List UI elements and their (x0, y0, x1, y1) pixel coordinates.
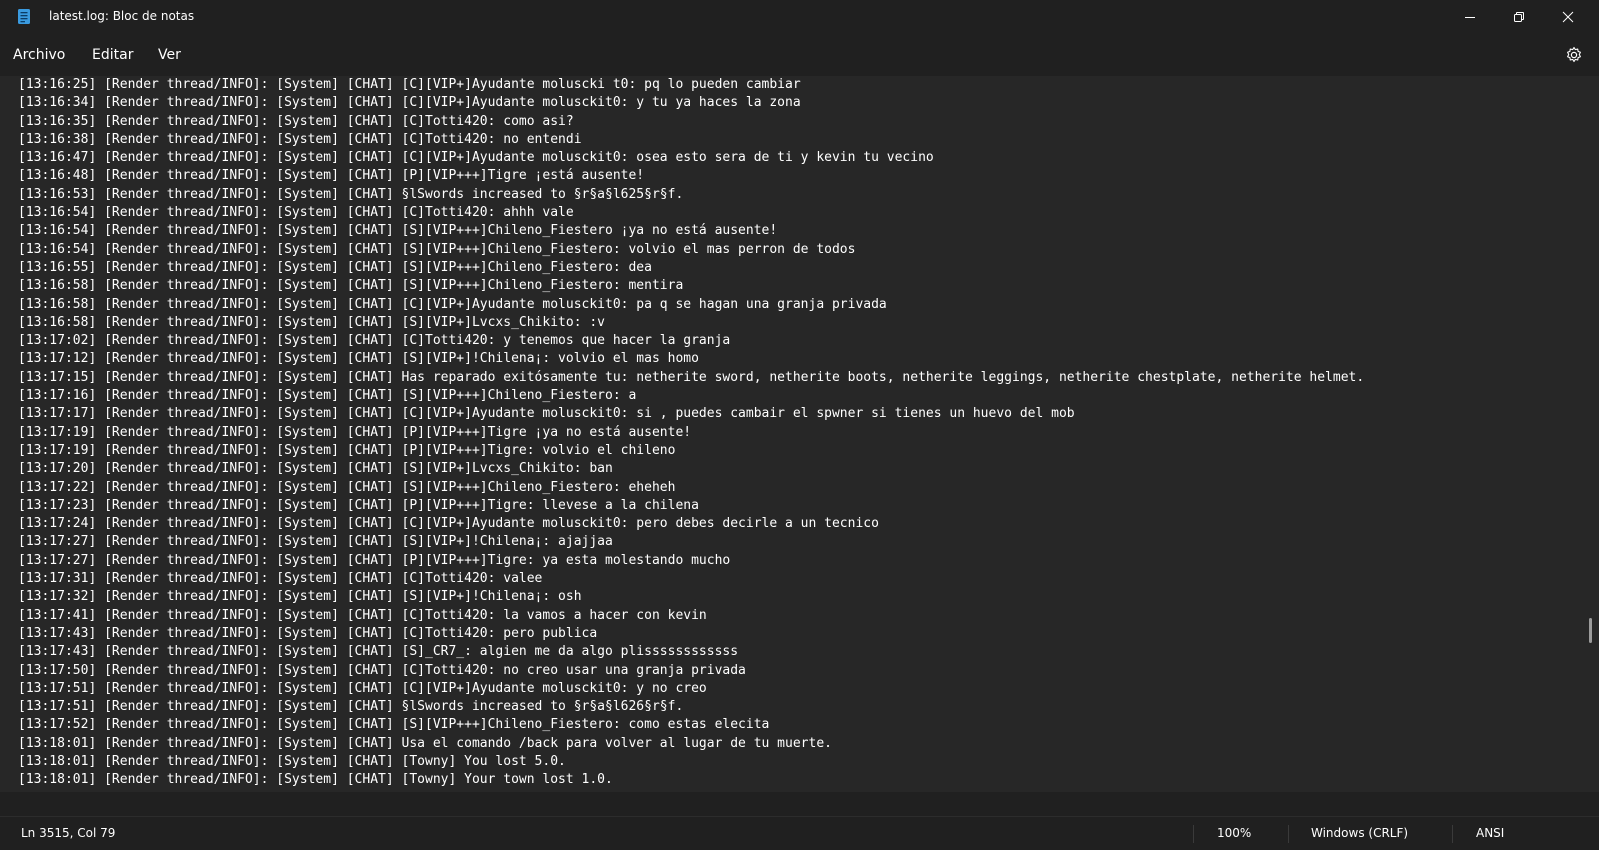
log-line: [13:16:48] [Render thread/INFO]: [System… (18, 168, 645, 184)
gear-icon[interactable] (1564, 45, 1584, 65)
log-line: [13:17:41] [Render thread/INFO]: [System… (18, 607, 707, 623)
text-editor[interactable]: [13:16:25] [Render thread/INFO]: [System… (0, 76, 1599, 792)
menu-ver[interactable]: Ver (158, 47, 181, 63)
log-line: [13:16:54] [Render thread/INFO]: [System… (18, 223, 778, 239)
log-line: [13:16:58] [Render thread/INFO]: [System… (18, 314, 605, 330)
log-line: [13:17:43] [Render thread/INFO]: [System… (18, 644, 739, 660)
menu-editar[interactable]: Editar (92, 47, 133, 63)
close-button[interactable] (1545, 0, 1591, 34)
window-title: latest.log: Bloc de notas (49, 9, 195, 23)
zoom-level: 100% (1217, 826, 1252, 840)
close-icon (1562, 11, 1574, 23)
log-line: [13:17:02] [Render thread/INFO]: [System… (18, 333, 731, 349)
log-line: [13:17:15] [Render thread/INFO]: [System… (18, 369, 1365, 385)
log-line: [13:17:51] [Render thread/INFO]: [System… (18, 699, 684, 715)
minimize-icon (1465, 17, 1475, 18)
log-line: [13:16:35] [Render thread/INFO]: [System… (18, 113, 574, 129)
title-bar[interactable]: latest.log: Bloc de notas (0, 0, 1599, 34)
status-divider (1452, 825, 1453, 843)
line-ending: Windows (CRLF) (1311, 826, 1409, 840)
log-line: [13:16:38] [Render thread/INFO]: [System… (18, 131, 582, 147)
log-line: [13:17:12] [Render thread/INFO]: [System… (18, 351, 699, 367)
log-line: [13:17:24] [Render thread/INFO]: [System… (18, 516, 879, 532)
cursor-position: Ln 3515, Col 79 (21, 826, 116, 840)
log-line: [13:17:43] [Render thread/INFO]: [System… (18, 625, 598, 641)
log-line: [13:16:54] [Render thread/INFO]: [System… (18, 241, 856, 257)
log-line: [13:16:53] [Render thread/INFO]: [System… (18, 186, 684, 202)
maximize-button[interactable] (1496, 0, 1542, 34)
vertical-scrollbar-thumb[interactable] (1589, 618, 1592, 643)
menu-archivo[interactable]: Archivo (13, 47, 65, 63)
log-line: [13:17:31] [Render thread/INFO]: [System… (18, 571, 543, 587)
log-line: [13:18:01] [Render thread/INFO]: [System… (18, 753, 566, 769)
log-line: [13:16:58] [Render thread/INFO]: [System… (18, 278, 684, 294)
status-bar: Ln 3515, Col 79 100% Windows (CRLF) ANSI (0, 816, 1599, 850)
log-line: [13:17:17] [Render thread/INFO]: [System… (18, 406, 1075, 422)
log-line: [13:17:52] [Render thread/INFO]: [System… (18, 717, 770, 733)
log-line: [13:17:22] [Render thread/INFO]: [System… (18, 479, 676, 495)
log-line: [13:17:19] [Render thread/INFO]: [System… (18, 442, 676, 458)
status-divider (1288, 825, 1289, 843)
log-line: [13:17:27] [Render thread/INFO]: [System… (18, 534, 613, 550)
minimize-button[interactable] (1447, 0, 1493, 34)
log-line: [13:16:47] [Render thread/INFO]: [System… (18, 150, 934, 166)
encoding: ANSI (1476, 826, 1505, 840)
restore-icon (1514, 12, 1524, 22)
log-line: [13:16:34] [Render thread/INFO]: [System… (18, 95, 801, 111)
log-line: [13:17:32] [Render thread/INFO]: [System… (18, 589, 582, 605)
log-line: [13:17:19] [Render thread/INFO]: [System… (18, 424, 692, 440)
status-divider (1193, 825, 1194, 843)
log-line: [13:16:54] [Render thread/INFO]: [System… (18, 205, 574, 221)
log-line: [13:17:20] [Render thread/INFO]: [System… (18, 461, 613, 477)
log-line: [13:16:58] [Render thread/INFO]: [System… (18, 296, 887, 312)
log-line: [13:16:55] [Render thread/INFO]: [System… (18, 259, 652, 275)
log-line: [13:18:01] [Render thread/INFO]: [System… (18, 735, 832, 751)
log-line: [13:17:50] [Render thread/INFO]: [System… (18, 662, 746, 678)
log-line: [13:17:16] [Render thread/INFO]: [System… (18, 388, 637, 404)
notepad-icon (18, 9, 30, 24)
log-line: [13:17:23] [Render thread/INFO]: [System… (18, 497, 699, 513)
log-line: [13:18:01] [Render thread/INFO]: [System… (18, 772, 613, 788)
log-line: [13:18:01] [Render thread/INFO]: [System… (18, 790, 1364, 792)
log-lines: [13:16:25] [Render thread/INFO]: [System… (18, 76, 1364, 792)
log-line: [13:16:25] [Render thread/INFO]: [System… (18, 77, 801, 92)
menu-bar: Archivo Editar Ver (0, 34, 1599, 76)
log-line: [13:17:27] [Render thread/INFO]: [System… (18, 552, 731, 568)
log-line: [13:17:51] [Render thread/INFO]: [System… (18, 680, 707, 696)
notepad-window: latest.log: Bloc de notas Archivo Editar… (0, 0, 1599, 850)
